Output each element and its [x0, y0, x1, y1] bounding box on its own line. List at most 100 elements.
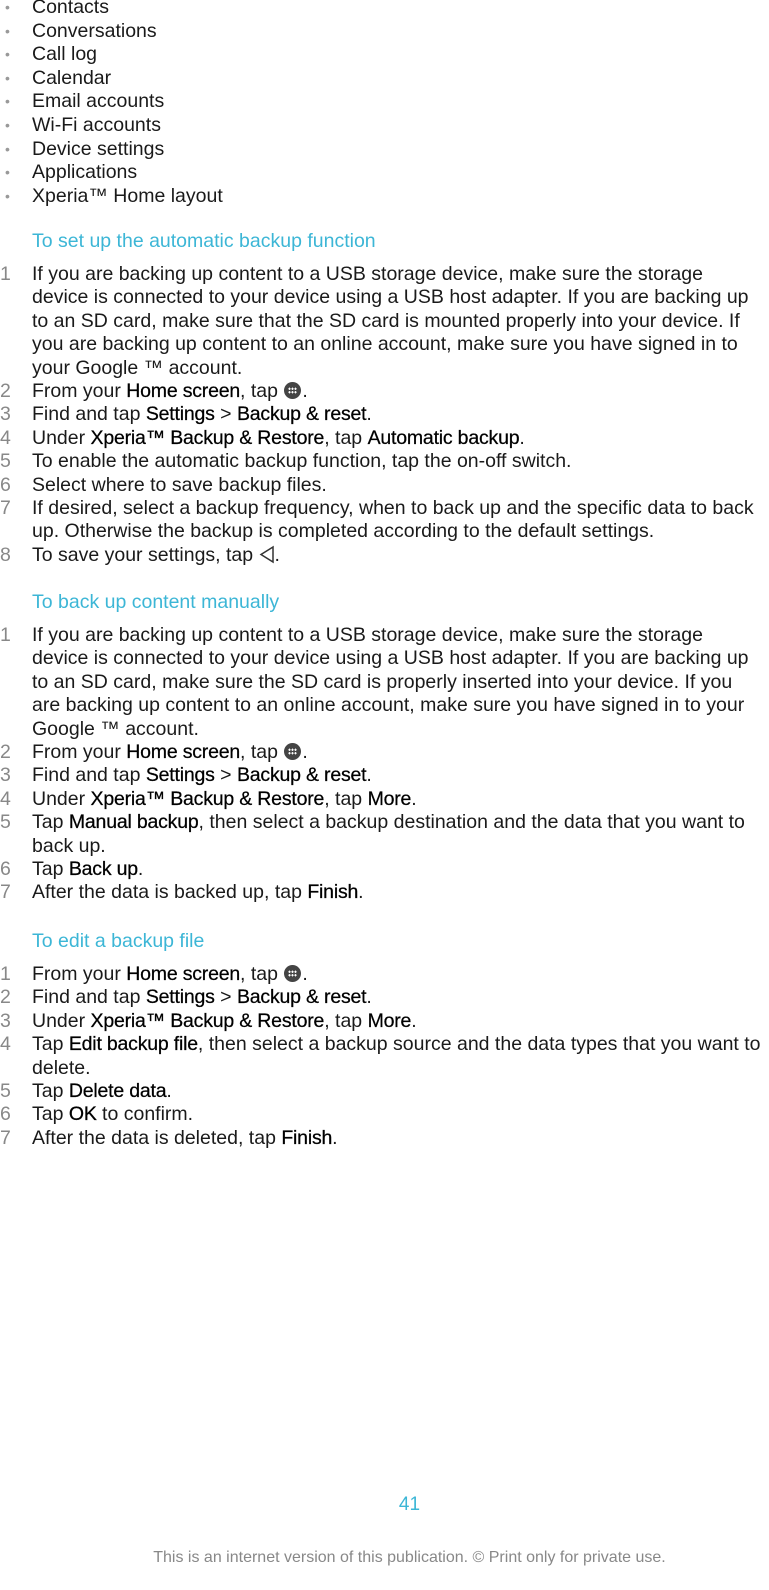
- step-number: 4: [0, 1033, 11, 1056]
- section-manual-backup: To back up content manually 1 If you are …: [0, 590, 769, 905]
- step-text: Tap: [32, 1080, 69, 1103]
- section-heading: To set up the automatic backup function: [32, 230, 376, 252]
- step-item: 7 After the data is backed up, tap Finish…: [0, 881, 769, 904]
- ui-term: Xperia™ Backup & Restore: [90, 426, 325, 449]
- step-number: 5: [0, 450, 11, 473]
- step-number: 1: [0, 963, 11, 985]
- step-item: 1 From your Home screen, tap .: [0, 963, 769, 986]
- step-item: 1 If you are backing up content to a USB …: [0, 263, 769, 380]
- apps-icon: [284, 965, 302, 982]
- step-number: 5: [0, 1080, 11, 1103]
- steps-list: 1 From your Home screen, tap . 2 Find and t…: [0, 963, 769, 1150]
- step-item: 4 Tap Edit backup file, then select a bac…: [0, 1033, 769, 1080]
- ui-term: Finish: [281, 1126, 333, 1149]
- step-text: After the data is deleted, tap: [32, 1126, 282, 1149]
- ui-term: Edit backup file: [68, 1033, 198, 1056]
- step-text: From your: [32, 380, 127, 403]
- step-item: 4 Under Xperia™ Backup & Restore, tap Aut…: [0, 427, 769, 450]
- step-text: To enable the automatic backup function,…: [32, 450, 572, 473]
- ui-term: Back up: [68, 858, 139, 881]
- step-text: >: [214, 764, 237, 787]
- page-number: 41: [398, 1494, 421, 1515]
- list-item: • Contacts: [0, 0, 769, 20]
- step-text: From your: [32, 741, 127, 764]
- step-text: , tap: [324, 787, 368, 810]
- step-item: 3 Under Xperia™ Backup & Restore, tap Mor…: [0, 1010, 769, 1033]
- step-item: 6 Select where to save backup files.: [0, 474, 769, 497]
- ui-term: Settings: [145, 764, 215, 787]
- step-number: 4: [0, 426, 11, 449]
- step-text: Tap: [32, 811, 69, 834]
- section-edit-backup: To edit a backup file 1 From your Home sc…: [0, 929, 769, 1150]
- step-item: 6 Tap OK to confirm.: [0, 1103, 769, 1126]
- step-text: .: [302, 963, 308, 985]
- list-item: • Device settings: [0, 138, 769, 162]
- list-item: • Applications: [0, 161, 769, 185]
- list-item-label: Xperia™ Home layout: [32, 184, 223, 207]
- list-item-label: Device settings: [32, 137, 165, 160]
- step-item: 2 Find and tap Settings > Backup & reset.: [0, 986, 769, 1009]
- step-text: Under: [32, 1009, 91, 1032]
- step-item: 8 To save your settings, tap .: [0, 544, 769, 567]
- step-text: .: [519, 426, 525, 449]
- step-text: .: [274, 543, 280, 566]
- step-number: 6: [0, 858, 11, 881]
- list-item: • Call log: [0, 43, 769, 67]
- ui-term: Backup & reset: [236, 403, 367, 426]
- apps-icon: [284, 382, 302, 400]
- step-item: 7 After the data is deleted, tap Finish.: [0, 1127, 769, 1150]
- step-text: .: [366, 764, 372, 787]
- ui-term: Manual backup: [68, 811, 199, 834]
- list-item-label: Email accounts: [32, 90, 165, 113]
- ui-term: More: [367, 787, 412, 810]
- step-text: .: [366, 986, 372, 1009]
- step-text: From your: [32, 963, 127, 985]
- bullet-icon: •: [5, 187, 10, 204]
- step-text: Select where to save backup files.: [32, 473, 327, 496]
- step-number: 4: [0, 787, 11, 810]
- list-item-label: Applications: [32, 161, 138, 184]
- step-text: To save your settings, tap: [32, 543, 259, 566]
- ui-term: Xperia™ Backup & Restore: [90, 787, 325, 810]
- step-item: 5 Tap Manual backup, then select a backup…: [0, 811, 769, 858]
- step-number: 7: [0, 497, 11, 520]
- step-item: 2 From your Home screen, tap .: [0, 380, 769, 403]
- step-text: .: [137, 858, 144, 881]
- step-text: If you are backing up content to a USB s…: [32, 263, 749, 379]
- back-icon: [259, 545, 274, 564]
- step-text: Under: [32, 426, 91, 449]
- step-text: .: [302, 380, 308, 403]
- step-text: to confirm.: [96, 1103, 194, 1126]
- step-number: 7: [0, 1126, 11, 1149]
- step-text: .: [358, 881, 364, 904]
- step-text: Find and tap: [32, 986, 146, 1009]
- bullet-icon: •: [5, 116, 10, 133]
- apps-icon: [284, 743, 302, 761]
- ui-term: Home screen: [126, 963, 241, 985]
- step-number: 8: [0, 543, 11, 566]
- bullet-icon: •: [5, 69, 10, 86]
- section-automatic-backup: To set up the automatic backup function …: [0, 229, 769, 567]
- step-number: 6: [0, 473, 11, 496]
- list-item: • Xperia™ Home layout: [0, 185, 769, 209]
- list-item-label: Conversations: [32, 19, 157, 42]
- step-text: Tap: [32, 858, 69, 881]
- step-number: 5: [0, 811, 11, 834]
- step-text: .: [366, 403, 372, 426]
- ui-term: Automatic backup: [367, 426, 520, 449]
- step-text: Find and tap: [32, 403, 146, 426]
- step-text: , tap: [240, 380, 284, 403]
- step-text: .: [302, 741, 308, 764]
- step-number: 7: [0, 881, 11, 904]
- list-item-label: Contacts: [32, 0, 109, 18]
- step-number: 3: [0, 403, 11, 426]
- step-text: , tap: [324, 1009, 368, 1032]
- step-number: 1: [0, 263, 11, 285]
- step-number: 2: [0, 741, 11, 764]
- section-heading: To edit a backup file: [32, 930, 205, 952]
- step-text: , tap: [240, 963, 284, 985]
- list-item-label: Wi-Fi accounts: [32, 113, 161, 136]
- step-item: 1 If you are backing up content to a USB …: [0, 624, 769, 741]
- step-number: 3: [0, 1009, 11, 1032]
- bullet-icon: •: [5, 46, 10, 63]
